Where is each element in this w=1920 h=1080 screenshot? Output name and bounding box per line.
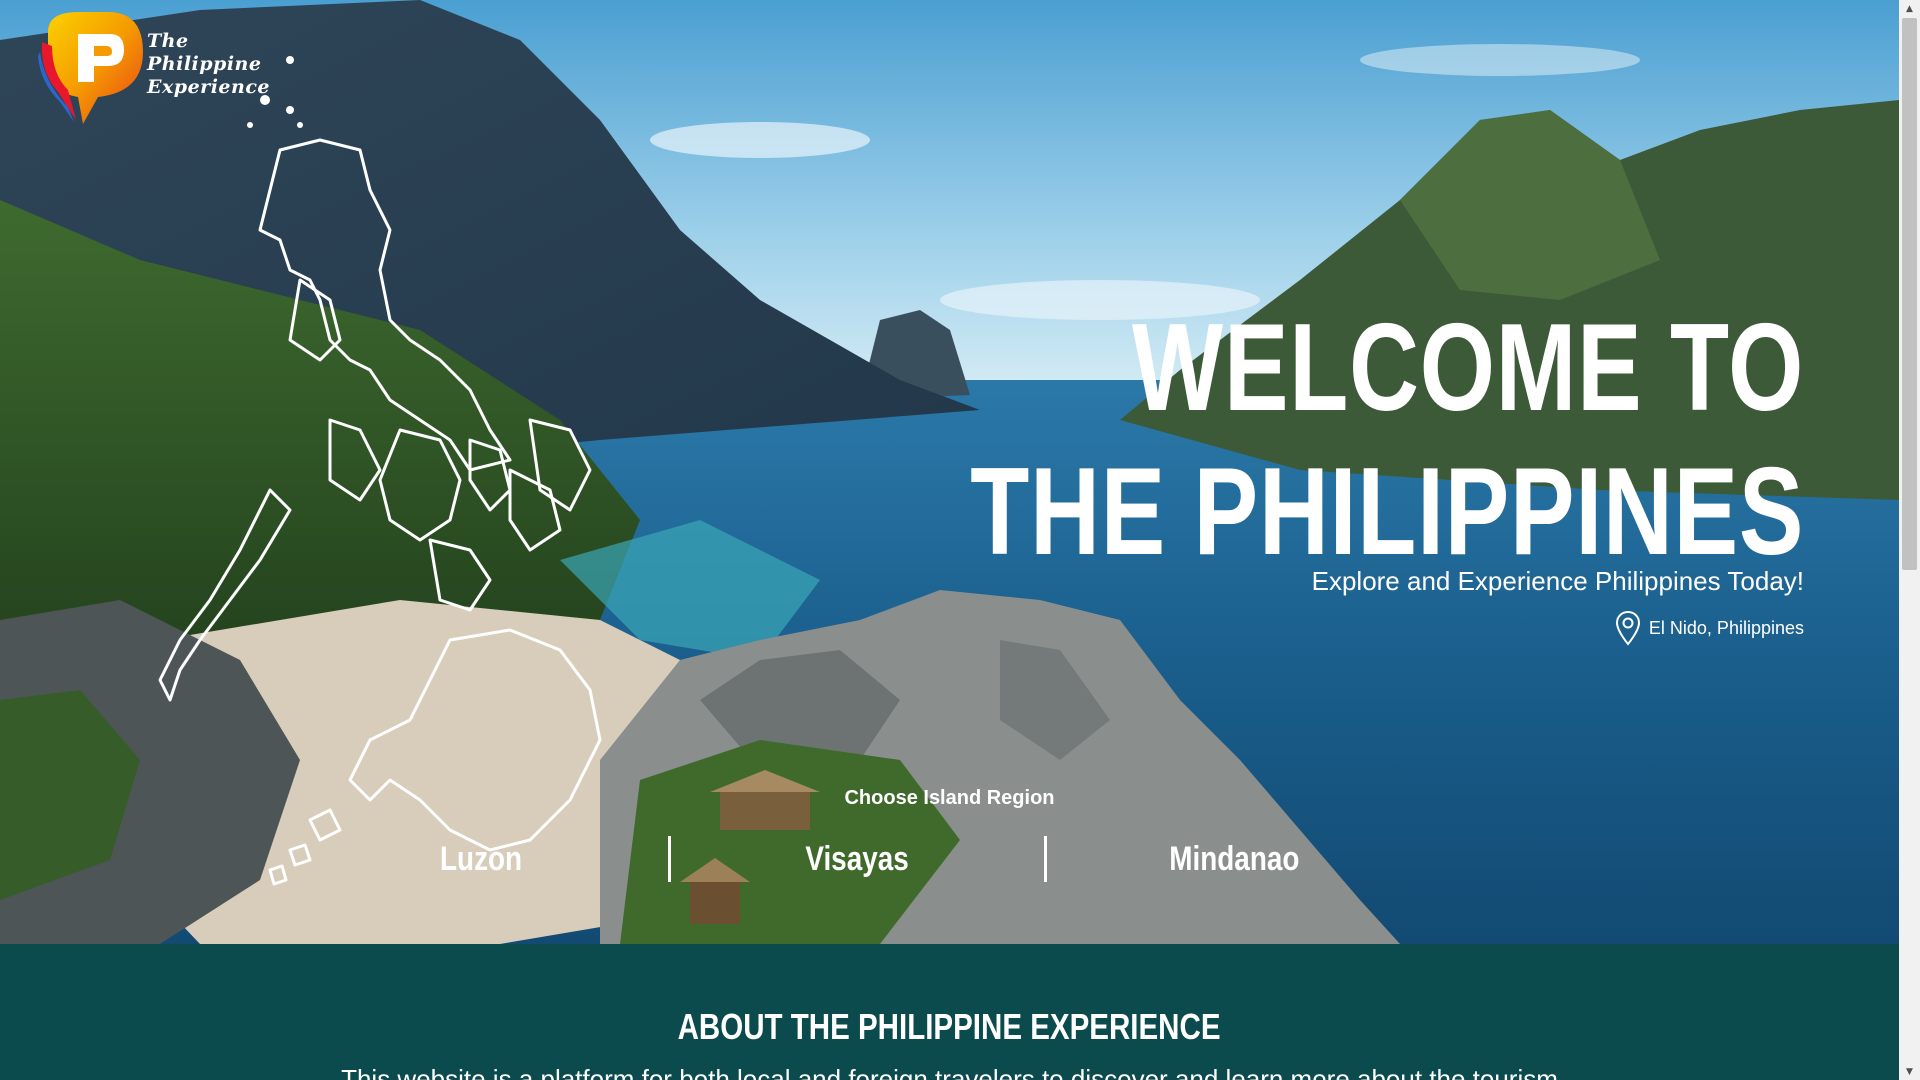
philippines-map-outline [158,56,602,886]
about-section: About the Philippine Experience This web… [0,944,1899,1080]
hero-tagline: Explore and Experience Philippines Today… [1311,566,1804,596]
region-link-visayas[interactable]: Visayas [667,836,1045,882]
region-link-label: Visayas [805,839,910,878]
choose-region-label: Choose Island Region [844,787,1055,809]
brand-wordmark-line: Experience [147,76,270,98]
hero-location-label: El Nido, Philippines [1648,617,1804,638]
region-selector: Luzon Visayas Mindanao [294,836,1421,882]
about-body: This website is a platform for both loca… [341,1064,1558,1080]
vertical-scrollbar[interactable]: ▲ ▼ [1899,0,1920,1080]
scroll-up-arrow-icon[interactable]: ▲ [1899,0,1920,17]
page: The Philippine Experience WELCOME TO THE… [0,0,1920,1080]
scroll-down-arrow-icon[interactable]: ▼ [1899,1063,1920,1080]
hero-location: El Nido, Philippines [1615,610,1804,646]
hero-headline-line1: WELCOME TO [1131,299,1804,438]
scrollbar-thumb[interactable] [1902,18,1917,570]
region-link-luzon[interactable]: Luzon [294,836,668,882]
map-pin-icon [1615,610,1640,646]
brand-wordmark-line: Philippine [147,53,262,75]
region-link-mindanao[interactable]: Mindanao [1044,836,1421,882]
about-title: About the Philippine Experience [0,1006,1899,1048]
hero-headline: WELCOME TO THE PHILIPPINES [735,306,1804,574]
brand-wordmark: The Philippine Experience [147,30,270,99]
brand-wordmark-line: The [147,30,189,52]
about-title-text: About the Philippine Experience [678,1006,1221,1047]
region-link-label: Luzon [439,839,522,878]
region-link-label: Mindanao [1169,839,1300,878]
hero-headline-line2: THE PHILIPPINES [970,443,1804,582]
hero-section: The Philippine Experience WELCOME TO THE… [0,0,1899,944]
speech-bubble-logo-icon [38,12,143,124]
